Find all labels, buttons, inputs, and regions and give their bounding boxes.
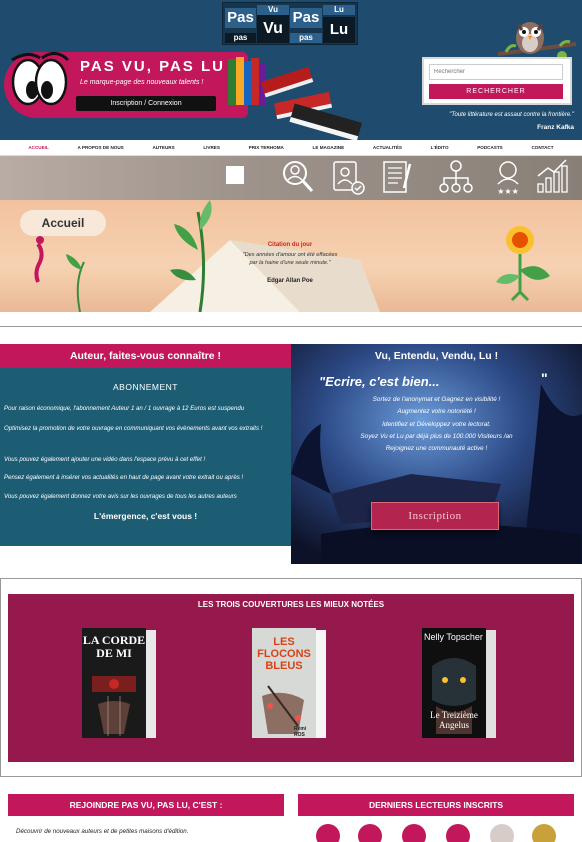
- promo-paragraph: Pour raison économique, l'abonnement Aut…: [4, 405, 245, 412]
- logo-pas-bottom: pas: [225, 33, 256, 43]
- header-quote: "Toute littérature est assaut contre la …: [449, 112, 574, 118]
- logo-lu: Lu: [323, 17, 355, 43]
- citation-title: Citation du jour: [267, 242, 313, 248]
- nav-item-auteurs[interactable]: AUTEURS: [152, 145, 174, 150]
- promo-paragraph: Vous pouvez également donnez votre avis …: [4, 493, 237, 500]
- reader-avatar[interactable]: [402, 824, 426, 842]
- book-title: Le Treizième Angelus: [430, 710, 478, 730]
- site-header: Pas Vu Vu Pas Lu Lu pas pas PAS VU, PAS …: [0, 0, 582, 140]
- page-tag-accueil: Accueil: [20, 210, 106, 236]
- logo-pas-bottom-2: pas: [290, 33, 322, 43]
- join-text: Découvrir de nouveaux auteurs et de peti…: [16, 828, 189, 835]
- search-panel: RECHERCHER: [422, 57, 572, 105]
- latest-readers-heading: DERNIERS LECTEURS INSCRITS: [298, 794, 574, 816]
- reader-avatar[interactable]: [358, 824, 382, 842]
- promo-paragraph: Pensez également à insérer vos actualité…: [4, 474, 244, 481]
- top-covers-section: LES TROIS COUVERTURES LES MIEUX NOTÉES L…: [8, 594, 574, 762]
- cartoon-eyes-icon: [11, 52, 70, 106]
- feature-icon-strip: ★★★: [0, 156, 582, 200]
- logo-vu: Vu: [257, 15, 289, 43]
- author-promo-heading: Auteur, faites-vous connaître !: [0, 344, 291, 368]
- promo-line: Identifiez et Développez votre lectorat.: [382, 421, 491, 428]
- promo-line: Rejoignez une communauté active !: [385, 445, 488, 452]
- promo-paragraph: Vous pouvez également ajouter une vidéo …: [4, 456, 206, 463]
- nav-item-prix-terhoma[interactable]: PRIX TERHOMA: [249, 145, 284, 150]
- divider: [0, 578, 582, 579]
- promo-line: Augmentez votre notoriété !: [397, 408, 476, 415]
- nav-item-actualites[interactable]: ACTUALITÉS: [373, 145, 402, 150]
- header-quote-author: Franz Kafka: [537, 124, 574, 131]
- logo-pas-left: Pas: [225, 8, 256, 28]
- reader-avatar[interactable]: [532, 824, 556, 842]
- book-author: Nelly Topscher: [424, 632, 483, 642]
- brand-title: PAS VU, PAS LU: [80, 58, 225, 75]
- profile-check-icon: [333, 161, 365, 195]
- brand-tagline: Le marque-page des nouveaux talents !: [80, 79, 204, 86]
- join-heading: REJOINDRE PAS VU, PAS LU, C'EST :: [8, 794, 284, 816]
- book-title: LA CORDE DE MI: [82, 633, 146, 660]
- inscription-button[interactable]: Inscription: [371, 502, 499, 530]
- document-pen-icon: [383, 161, 412, 193]
- main-nav: ACCUEIL A PROPOS DE NOUS AUTEURS LIVRES …: [0, 140, 582, 156]
- search-user-icon: [283, 161, 314, 193]
- rating-user-icon: ★★★: [497, 161, 519, 196]
- citation-author: Edgar Allan Poe: [267, 278, 313, 284]
- author-promo-panel: Auteur, faites-vous connaître ! ABONNEME…: [0, 344, 291, 546]
- book-author: Rémi ROS: [294, 726, 307, 738]
- book-cover-card[interactable]: LES FLOCONS BLEUS Rémi ROS: [248, 626, 330, 744]
- svg-text:★★★: ★★★: [497, 187, 519, 196]
- promo-slogan-close-quote: ": [541, 370, 548, 386]
- reader-avatar[interactable]: [446, 824, 470, 842]
- logo-vu-top: Vu: [257, 5, 289, 15]
- book-cover-card[interactable]: Nelly Topscher Le Treizième Angelus: [418, 626, 500, 744]
- network-icon: [439, 160, 473, 193]
- login-button[interactable]: Inscription / Connexion: [76, 96, 216, 111]
- promo-paragraph: Optimisez la promotion de votre ouvrage …: [4, 425, 263, 432]
- divider: [0, 776, 582, 777]
- site-logo[interactable]: Pas Vu Vu Pas Lu Lu pas pas: [222, 2, 358, 45]
- visibility-promo-heading: Vu, Entendu, Vendu, Lu !: [374, 350, 499, 362]
- promo-closing: L'émergence, c'est vous !: [93, 511, 198, 521]
- divider: [0, 578, 1, 776]
- books-stack-icon: [228, 57, 362, 140]
- book-title: LES FLOCONS BLEUS: [257, 636, 311, 672]
- nav-item-livres[interactable]: LIVRES: [203, 145, 220, 150]
- subscription-heading: ABONNEMENT: [113, 382, 178, 392]
- divider: [0, 326, 582, 327]
- book-cover-card[interactable]: LA CORDE DE MI: [78, 626, 160, 744]
- logo-lu-top: Lu: [323, 5, 355, 15]
- top-covers-heading: LES TROIS COUVERTURES LES MIEUX NOTÉES: [197, 600, 385, 609]
- promo-line: Soyez Vu et Lu par déjà plus de 100.000 …: [360, 433, 513, 440]
- growth-chart-icon: [537, 159, 568, 193]
- citation-text: "Des années d'amour ont été effacées par…: [242, 252, 338, 266]
- nav-item-contact[interactable]: CONTACT: [531, 145, 553, 150]
- search-button[interactable]: RECHERCHER: [429, 84, 563, 99]
- reader-avatar[interactable]: [490, 824, 514, 842]
- nav-item-a-propos[interactable]: A PROPOS DE NOUS: [77, 145, 123, 150]
- logo-pas-right: Pas: [290, 8, 322, 28]
- blank-square-icon: [226, 166, 244, 184]
- reader-avatar[interactable]: [316, 824, 340, 842]
- promo-slogan: "Ecrire, c'est bien...: [319, 374, 440, 389]
- promo-line: Sortez de l'anonymat et Gagnez en visibi…: [372, 396, 501, 403]
- nav-item-accueil[interactable]: ACCUEIL: [28, 145, 48, 150]
- visibility-promo-panel: Vu, Entendu, Vendu, Lu ! "Ecrire, c'est …: [291, 344, 582, 564]
- nav-item-podcasts[interactable]: PODCASTS: [477, 145, 503, 150]
- nav-item-magazine[interactable]: LE MAGAZINE: [313, 145, 345, 150]
- nav-item-edito[interactable]: L'ÉDITO: [431, 145, 449, 150]
- search-input[interactable]: [429, 64, 563, 80]
